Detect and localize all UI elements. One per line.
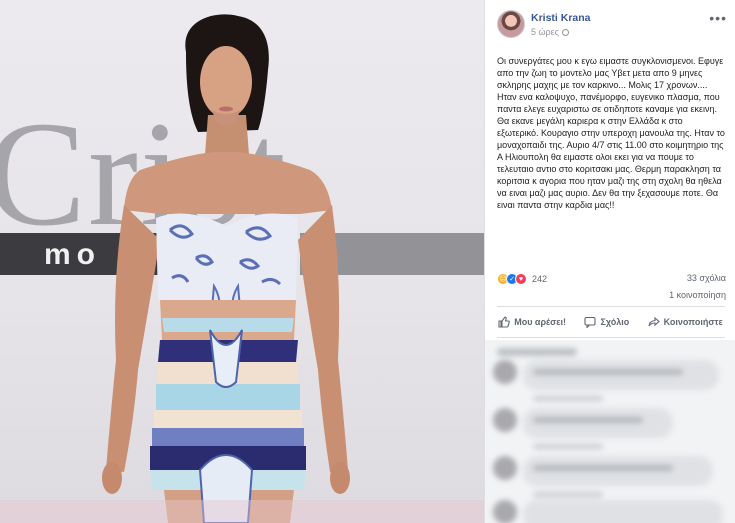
- comment-meta-placeholder: [533, 444, 603, 449]
- audience-globe-icon: [562, 29, 570, 36]
- comment-bubble: [523, 408, 673, 438]
- commenter-avatar: [493, 456, 517, 480]
- shares-count[interactable]: 1 κοινοποίηση: [669, 290, 726, 300]
- divider: [497, 337, 725, 338]
- comment-meta-placeholder: [533, 492, 603, 497]
- post-header: Kristi Krana 5 ώρες •••: [497, 10, 727, 42]
- comment-icon: [584, 316, 597, 328]
- post-text: Οι συνεργάτες μου κ εγω ειμαστε συγκλονι…: [497, 56, 725, 210]
- more-options-icon[interactable]: •••: [709, 10, 727, 26]
- comment-text-placeholder: [533, 465, 673, 471]
- thumbs-up-icon: [498, 316, 511, 328]
- post-photo[interactable]: Crist mo: [0, 0, 484, 523]
- author-name[interactable]: Kristi Krana: [531, 12, 591, 24]
- comment-meta-placeholder: [533, 396, 603, 401]
- divider: [497, 306, 725, 307]
- model-figure: [0, 14, 484, 523]
- comment-text-placeholder: [533, 369, 683, 375]
- post-time[interactable]: 5 ώρες: [531, 27, 570, 37]
- reaction-count: 242: [532, 274, 548, 284]
- like-button[interactable]: Μου αρέσει!: [498, 316, 566, 328]
- author-avatar[interactable]: [497, 10, 525, 38]
- comment-text-placeholder: [533, 417, 643, 423]
- share-button[interactable]: Κοινοποιήστε: [648, 316, 723, 328]
- commenter-avatar: [493, 408, 517, 432]
- share-icon: [648, 316, 660, 327]
- comments-count[interactable]: 33 σχόλια: [687, 273, 726, 283]
- comment-button[interactable]: Σχόλιο: [584, 316, 629, 328]
- commenter-avatar: [493, 360, 517, 384]
- commenter-avatar: [493, 500, 517, 523]
- facebook-post: Kristi Krana 5 ώρες ••• Οι συνεργάτες μο…: [484, 0, 735, 523]
- reactions-summary[interactable]: ☹ ✓ ♥ 242: [497, 272, 547, 286]
- comments-section: [485, 340, 735, 523]
- comment-bubble: [523, 456, 713, 486]
- comment-bubble: [523, 500, 723, 523]
- love-reaction-icon: ♥: [515, 273, 527, 285]
- comments-header-placeholder: [497, 348, 577, 356]
- action-bar: Μου αρέσει! Σχόλιο Κοινοποιήστε: [489, 310, 732, 334]
- comment-bubble: [523, 360, 719, 390]
